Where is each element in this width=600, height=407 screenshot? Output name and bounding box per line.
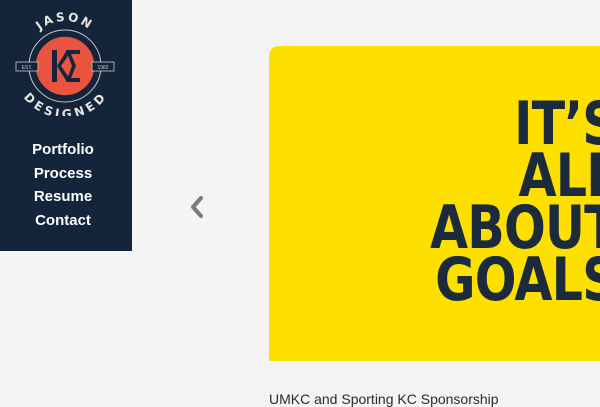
hero-headline: IT’S ALL ABOUT GOALS [430,94,600,315]
logo-year: 1982 [97,65,108,71]
logo-est-label: EST. [22,65,33,71]
chevron-left-icon [191,196,203,218]
main-nav: Portfolio Process Resume Contact [0,138,126,232]
nav-item-portfolio[interactable]: Portfolio [0,138,126,162]
hero-line: GOALS [435,245,600,315]
nav-item-process[interactable]: Process [0,162,126,186]
site-logo[interactable]: EST. 1982 JASON DESIGNED [14,10,116,116]
nav-item-contact[interactable]: Contact [0,209,126,233]
nav-item-resume[interactable]: Resume [0,185,126,209]
project-caption: UMKC and Sporting KC Sponsorship [269,391,499,407]
slider-prev-button[interactable] [187,194,207,220]
logo-badge-icon: EST. 1982 JASON DESIGNED [15,10,115,116]
sidebar: EST. 1982 JASON DESIGNED Portfolio Proce… [0,0,132,251]
hero-image[interactable]: IT’S ALL ABOUT GOALS [269,46,600,361]
